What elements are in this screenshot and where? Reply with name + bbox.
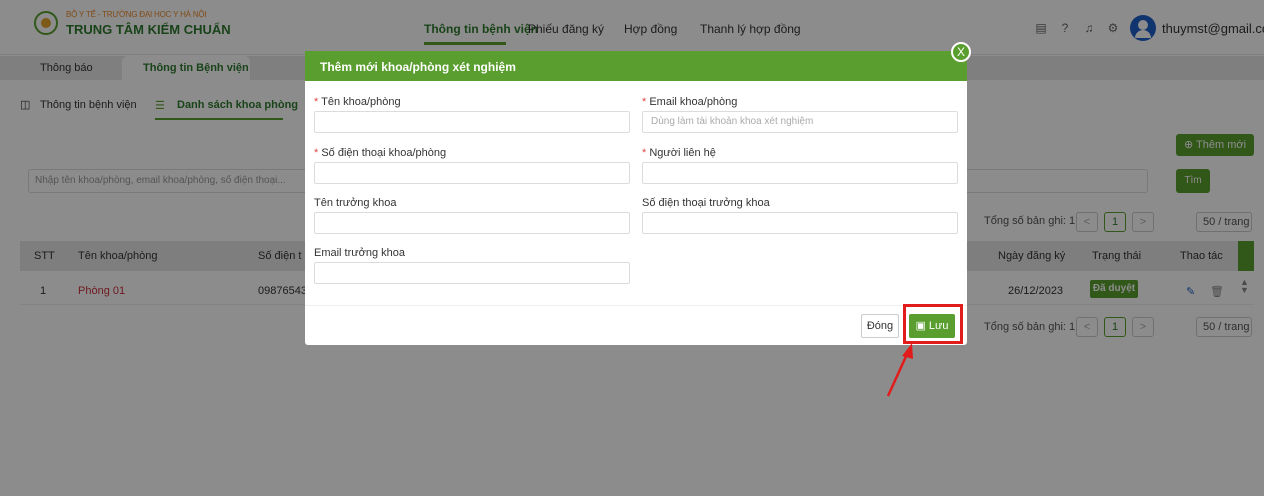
label-head-phone: Số điện thoại trưởng khoa [642, 197, 770, 209]
head-email-input[interactable] [314, 262, 630, 284]
cancel-button[interactable]: Đóng [861, 314, 899, 338]
label-department-phone: * Số điện thoại khoa/phòng [314, 147, 447, 159]
contact-person-input[interactable] [642, 162, 958, 184]
label-contact-person: * Người liên hệ [642, 147, 716, 159]
modal-title: Thêm mới khoa/phòng xét nghiệm [320, 60, 516, 74]
label-department-name: * Tên khoa/phòng [314, 96, 401, 108]
close-icon[interactable]: X [951, 42, 971, 62]
department-name-input[interactable] [314, 111, 630, 133]
modal-footer-divider [305, 305, 967, 306]
head-phone-input[interactable] [642, 212, 958, 234]
head-name-input[interactable] [314, 212, 630, 234]
add-department-modal [305, 51, 967, 345]
department-email-input[interactable]: Dùng làm tài khoản khoa xét nghiệm [642, 111, 958, 133]
label-head-name: Tên trưởng khoa [314, 197, 397, 209]
pointer-arrow-icon [886, 343, 913, 397]
highlight-box [903, 304, 963, 344]
label-head-email: Email trưởng khoa [314, 247, 406, 259]
department-phone-input[interactable] [314, 162, 630, 184]
label-department-email: * Email khoa/phòng [642, 96, 738, 108]
